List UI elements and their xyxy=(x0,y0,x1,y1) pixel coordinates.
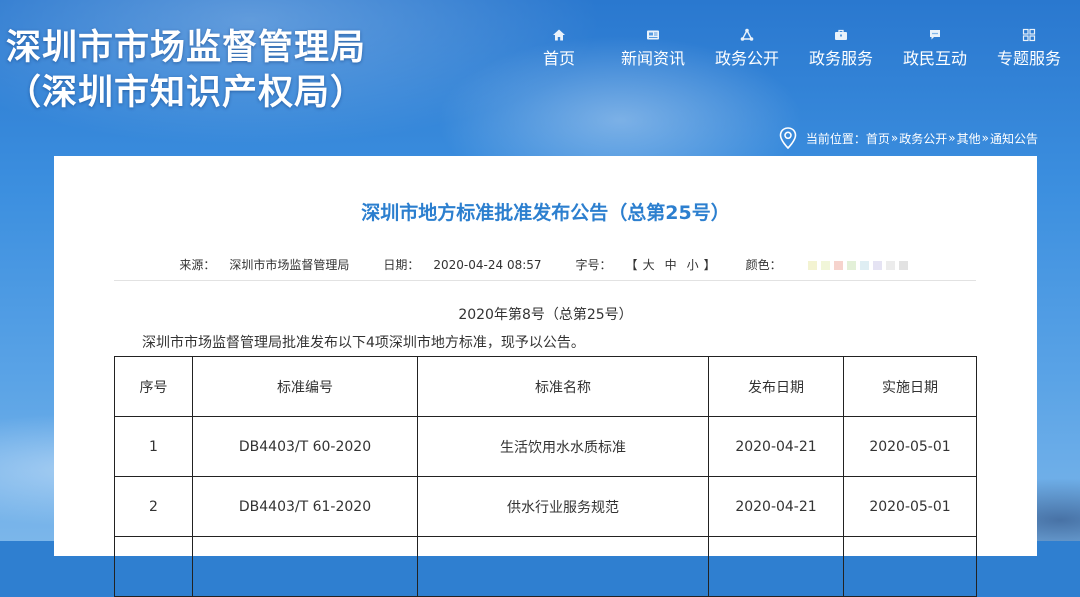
date-label: 日期： xyxy=(383,258,420,272)
cell-name xyxy=(417,536,709,597)
breadcrumb-home[interactable]: 首页 xyxy=(866,130,890,147)
nav-label: 新闻资讯 xyxy=(620,49,685,68)
font-size-large-button[interactable]: 大 xyxy=(643,258,655,272)
font-size-bracket-open: 【 xyxy=(625,258,638,272)
breadcrumb-prefix: 当前位置： xyxy=(805,131,866,146)
font-size-bracket-close: 】 xyxy=(703,258,716,272)
grid-icon xyxy=(982,28,1076,48)
table-row: 1 DB4403/T 60-2020 生活饮用水水质标准 2020-04-21 … xyxy=(114,416,977,477)
site-title-line2: （深圳市知识产权局） xyxy=(6,73,367,113)
cell-effective-date: 2020-05-01 xyxy=(843,476,977,537)
table-header-row: 序号 标准编号 标准名称 发布日期 实施日期 xyxy=(114,356,977,417)
cell-code: DB4403/T 60-2020 xyxy=(192,416,418,477)
breadcrumb-separator: » xyxy=(981,131,989,145)
color-swatch[interactable] xyxy=(872,260,882,270)
nav-item-interaction[interactable]: 政民互动 xyxy=(888,28,982,70)
news-icon xyxy=(606,28,700,48)
cell-index: 2 xyxy=(114,476,193,537)
breadcrumb-other[interactable]: 其他 xyxy=(957,130,981,147)
source-label: 来源： xyxy=(179,258,216,272)
breadcrumb-gov-info[interactable]: 政务公开 xyxy=(899,130,947,147)
cell-name: 供水行业服务规范 xyxy=(417,476,709,537)
nav-label: 政务公开 xyxy=(714,49,779,68)
briefcase-icon xyxy=(794,28,888,48)
header-cell-index: 序号 xyxy=(114,356,193,417)
color-swatch[interactable] xyxy=(898,260,908,270)
site-title-line1: 深圳市市场监督管理局 xyxy=(6,28,367,68)
nav-item-gov-info[interactable]: 政务公开 xyxy=(700,28,794,70)
color-swatches xyxy=(807,256,912,274)
breadcrumb-notices[interactable]: 通知公告 xyxy=(990,130,1038,147)
cell-effective-date: 2020-05-01 xyxy=(843,416,977,477)
standards-table: 序号 标准编号 标准名称 发布日期 实施日期 1 DB4403/T 60-202… xyxy=(114,356,977,597)
location-pin-icon xyxy=(779,127,797,150)
article-card: 深圳市地方标准批准发布公告（总第25号） 来源： 深圳市市场监督管理局 日期： … xyxy=(54,156,1037,597)
nav-label: 政民互动 xyxy=(902,49,967,68)
main-nav: 首页 新闻资讯 政务公开 政务服务 政民互动 专题服务 xyxy=(512,28,1076,70)
font-size-medium-button[interactable]: 中 xyxy=(665,258,677,272)
cell-name: 生活饮用水水质标准 xyxy=(417,416,709,477)
article-meta: 来源： 深圳市市场监督管理局 日期： 2020-04-24 08:57 字号： … xyxy=(54,256,1037,274)
cell-release-date: 2020-04-21 xyxy=(708,416,844,477)
nav-label: 政务服务 xyxy=(808,49,873,68)
color-swatch[interactable] xyxy=(846,260,856,270)
table-row xyxy=(114,536,977,597)
color-swatch[interactable] xyxy=(807,260,817,270)
color-swatch[interactable] xyxy=(833,260,843,270)
meta-divider xyxy=(114,280,976,281)
cell-release-date: 2020-04-21 xyxy=(708,476,844,537)
font-size-small-button[interactable]: 小 xyxy=(687,258,699,272)
table-row: 2 DB4403/T 61-2020 供水行业服务规范 2020-04-21 2… xyxy=(114,476,977,537)
header-cell-code: 标准编号 xyxy=(192,356,418,417)
article-title: 深圳市地方标准批准发布公告（总第25号） xyxy=(361,202,730,224)
cell-effective-date xyxy=(843,536,977,597)
breadcrumb-separator: » xyxy=(948,131,956,145)
nav-item-news[interactable]: 新闻资讯 xyxy=(606,28,700,70)
font-size-controls: 【大中小】 xyxy=(626,256,716,274)
source-value: 深圳市市场监督管理局 xyxy=(229,258,350,272)
breadcrumb-separator: » xyxy=(890,131,899,145)
nav-item-gov-service[interactable]: 政务服务 xyxy=(794,28,888,70)
header-cell-release-date: 发布日期 xyxy=(708,356,844,417)
announcement-number: 2020年第8号（总第25号） xyxy=(458,307,633,323)
nav-item-topics[interactable]: 专题服务 xyxy=(982,28,1076,70)
cell-index xyxy=(114,536,193,597)
date-value: 2020-04-24 08:57 xyxy=(433,258,542,272)
nav-item-home[interactable]: 首页 xyxy=(512,28,606,70)
color-swatch[interactable] xyxy=(885,260,895,270)
home-icon xyxy=(512,28,606,48)
cell-code xyxy=(192,536,418,597)
color-label: 颜色： xyxy=(745,258,782,272)
font-size-label: 字号： xyxy=(575,258,612,272)
nav-label: 首页 xyxy=(542,49,575,68)
site-title: 深圳市市场监督管理局 （深圳市知识产权局） xyxy=(6,26,366,116)
breadcrumb: 当前位置： 首页 » 政务公开 » 其他 » 通知公告 xyxy=(776,126,1038,150)
announcement-intro: 深圳市市场监督管理局批准发布以下4项深圳市地方标准，现予以公告。 xyxy=(142,335,585,351)
cell-release-date xyxy=(708,536,844,597)
header-cell-name: 标准名称 xyxy=(417,356,709,417)
nav-label: 专题服务 xyxy=(996,49,1061,68)
color-swatch[interactable] xyxy=(820,260,830,270)
header-cell-effective-date: 实施日期 xyxy=(843,356,977,417)
cell-index: 1 xyxy=(114,416,193,477)
color-swatch[interactable] xyxy=(859,260,869,270)
chat-icon xyxy=(888,28,982,48)
share-icon xyxy=(700,28,794,48)
cell-code: DB4403/T 61-2020 xyxy=(192,476,418,537)
